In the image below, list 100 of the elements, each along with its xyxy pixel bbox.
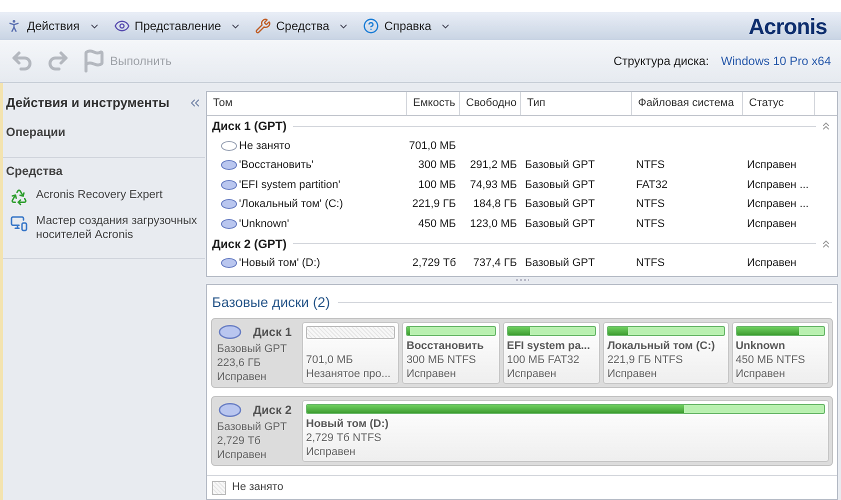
partition-size: 300 МБ NTFS — [406, 353, 478, 367]
disk-size: 223,6 ГБ — [217, 356, 262, 370]
table-cell-text: NTFS — [636, 197, 665, 212]
table-cell-text: Исправен — [747, 158, 797, 173]
table-cell-text: 74,93 МБ — [470, 178, 517, 192]
disk-type: Базовый GPT — [217, 420, 288, 434]
table-cell-text: Базовый GPT — [525, 158, 595, 173]
table-cell-text: 184,8 ГБ — [473, 197, 517, 212]
table-cell-text: Исправен — [747, 216, 797, 232]
disk-icon — [217, 403, 243, 417]
partition-name: Новый том (D:) — [306, 417, 390, 431]
tools-icon — [255, 18, 272, 34]
sidebar-link[interactable]: Мастер создания загрузочных носителей Acronis — [6, 214, 202, 242]
table-cell-text: 291,2 МБ — [470, 158, 517, 173]
partition-tile[interactable]: Локальный том (C:) 221,9 ГБ NTFS Исправен — [603, 322, 729, 384]
disk-icon — [221, 258, 237, 268]
disk-name: Диск 2 — [253, 402, 292, 419]
sidebar-section-title: Операции — [6, 124, 66, 140]
table-cell-text: 'Unknown' — [239, 216, 290, 232]
partition-status: Исправен — [306, 445, 357, 459]
table-cell-text: 100 МБ — [418, 178, 456, 192]
unallocated-swatch — [212, 480, 226, 494]
menu-item[interactable]: Справка — [363, 17, 452, 35]
table-cell-text: 'Локальный том' (C:) — [239, 197, 344, 212]
table-cell-text: NTFS — [636, 216, 665, 232]
brand-logo: Acronis — [748, 12, 827, 40]
menu-item[interactable]: Средства — [255, 17, 350, 35]
legend-label: Не занято — [232, 480, 284, 496]
disk-icon — [221, 199, 237, 210]
table-cell-text: Базовый GPT — [525, 197, 595, 212]
partition-tile[interactable]: Новый том (D:) 2,729 Тб NTFS Исправен — [302, 400, 829, 462]
partition-status: Исправен — [736, 367, 786, 381]
partition-size: 221,9 ГБ NTFS — [607, 353, 684, 367]
partition-tile[interactable]: Unknown 450 МБ NTFS Исправен — [732, 322, 830, 384]
partition-size: 100 МБ FAT32 — [506, 353, 580, 367]
partition-status: Исправен — [506, 367, 558, 381]
table-cell-text: 737,4 ГБ — [473, 256, 517, 271]
disk-status: Исправен — [217, 448, 268, 462]
menu-item[interactable]: Представление — [114, 17, 242, 35]
collapse-button[interactable] — [820, 120, 832, 132]
undo-icon — [10, 49, 34, 73]
table-cell-text: FAT32 — [636, 178, 668, 192]
disk-layout-label: Структура диска: — [613, 53, 709, 70]
disk-size: 2,729 Тб — [217, 434, 262, 448]
partition-status: Незанятое про... — [306, 367, 392, 381]
table-cell-text: 221,9 ГБ — [412, 197, 456, 212]
help-icon — [363, 18, 380, 34]
table-cell-text: 'Новый том' (D:) — [239, 256, 320, 271]
column-header[interactable]: Статус — [743, 92, 815, 115]
partition-name: EFI system pa... — [506, 339, 592, 353]
table-cell-text: NTFS — [636, 158, 665, 173]
table-cell-text: Базовый GPT — [525, 178, 595, 192]
disk-layout-link[interactable]: Windows 10 Pro x64 — [720, 52, 831, 70]
column-header[interactable]: Свободно — [460, 92, 521, 115]
partition-name: Восстановить — [406, 339, 485, 353]
disk-icon — [221, 180, 237, 190]
table-cell-text: Не занято — [239, 138, 290, 154]
table-cell-text: 300 МБ — [418, 158, 456, 173]
table-cell-text: 123,0 МБ — [470, 216, 517, 232]
table-cell-text: 2,729 Тб — [412, 256, 456, 271]
eye-icon — [114, 18, 130, 34]
partition-size: 450 МБ NTFS — [736, 353, 806, 367]
column-header[interactable]: Файловая система — [632, 92, 743, 115]
disk-name: Диск 1 — [253, 324, 292, 341]
table-cell-text: 'EFI system partition' — [239, 178, 340, 192]
partition-name: Локальный том (C:) — [607, 339, 716, 353]
partition-size: 701,0 МБ — [306, 353, 354, 367]
column-header[interactable]: Тип — [521, 92, 632, 115]
table-cell-text: 450 МБ — [418, 216, 456, 232]
column-header[interactable]: Емкость — [407, 92, 460, 115]
disk-icon — [217, 325, 243, 339]
group-title: Диск 1 (GPT) — [212, 118, 287, 135]
partition-status: Исправен — [406, 367, 457, 381]
group-title: Диск 2 (GPT) — [212, 236, 287, 252]
table-cell-text: Исправен — [747, 256, 797, 271]
disk-status: Исправен — [217, 370, 268, 384]
partition-tile[interactable]: EFI system pa... 100 МБ FAT32 Исправен — [502, 322, 600, 384]
sidebar-section-title: Средства — [6, 162, 64, 180]
table-cell-text: Базовый GPT — [525, 216, 595, 232]
disk-icon — [221, 218, 237, 229]
partition-size: 2,729 Тб NTFS — [306, 431, 382, 445]
section-title: Базовые диски (2) — [212, 293, 330, 312]
partition-status: Исправен — [607, 367, 658, 381]
column-header[interactable]: Том — [207, 92, 407, 115]
table-cell-text: Базовый GPT — [525, 256, 595, 271]
partition-name: Unknown — [736, 339, 786, 353]
collapse-button[interactable] — [820, 238, 832, 250]
empty-disk-icon — [221, 140, 237, 151]
monitor-disc-icon — [10, 214, 28, 232]
disk-type: Базовый GPT — [217, 342, 288, 356]
menu-item[interactable]: Действия — [6, 17, 100, 35]
partition-tile[interactable]: Восстановить 300 МБ NTFS Исправен — [402, 322, 500, 384]
table-cell-text: Исправен ... — [747, 197, 809, 212]
table-cell-text: Исправен ... — [747, 178, 809, 192]
partition-tile[interactable]: 701,0 МБ Незанятое про... — [302, 322, 400, 384]
sidebar-link[interactable]: Acronis Recovery Expert — [6, 188, 202, 206]
table-cell-text: NTFS — [636, 256, 665, 271]
table-cell-text: 701,0 МБ — [409, 138, 456, 154]
table-cell-text: 'Восстановить' — [239, 158, 314, 173]
disk-icon — [221, 160, 237, 170]
